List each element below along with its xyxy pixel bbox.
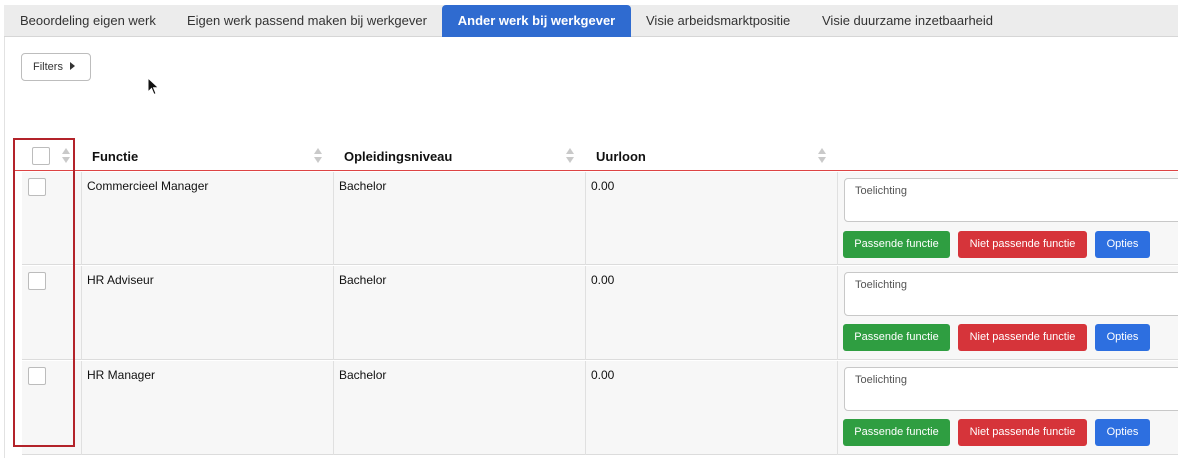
caret-right-icon [69, 62, 75, 70]
opties-button[interactable]: Opties [1095, 419, 1150, 446]
header-opleidingsniveau[interactable]: Opleidingsniveau [344, 143, 452, 171]
passende-functie-button[interactable]: Passende functie [843, 419, 950, 446]
mouse-pointer-icon [147, 77, 160, 96]
sort-icon[interactable] [314, 148, 322, 164]
cell-divider [837, 172, 838, 265]
opties-button[interactable]: Opties [1095, 324, 1150, 351]
niet-passende-functie-button[interactable]: Niet passende functie [958, 231, 1087, 258]
opties-button[interactable]: Opties [1095, 231, 1150, 258]
header-functie[interactable]: Functie [92, 143, 138, 171]
tab-bar: Beoordeling eigen werk Eigen werk passen… [4, 5, 1178, 37]
niet-passende-functie-button[interactable]: Niet passende functie [958, 419, 1087, 446]
cell-divider [585, 172, 586, 265]
cell-uurloon: 0.00 [591, 368, 615, 382]
niet-passende-functie-button[interactable]: Niet passende functie [958, 324, 1087, 351]
cell-functie: Commercieel Manager [87, 179, 209, 193]
cell-uurloon: 0.00 [591, 273, 615, 287]
table-row: HR Manager Bachelor 0.00 Toelichting Pas… [22, 361, 1178, 455]
sort-icon[interactable] [818, 148, 826, 164]
cell-divider [81, 172, 82, 265]
filters-button[interactable]: Filters [21, 53, 91, 81]
cell-divider [81, 266, 82, 360]
passende-functie-button[interactable]: Passende functie [843, 324, 950, 351]
table-row: Commercieel Manager Bachelor 0.00 Toelic… [22, 172, 1178, 265]
sort-icon[interactable] [566, 148, 574, 164]
toelichting-field[interactable]: Toelichting [844, 367, 1178, 411]
tab-eigen-werk-passend-maken[interactable]: Eigen werk passend maken bij werkgever [187, 5, 427, 37]
content-border [4, 37, 5, 458]
tab-ander-werk-bij-werkgever[interactable]: Ander werk bij werkgever [442, 5, 631, 37]
cell-divider [585, 361, 586, 455]
header-uurloon[interactable]: Uurloon [596, 143, 646, 171]
table-row: HR Adviseur Bachelor 0.00 Toelichting Pa… [22, 266, 1178, 360]
cell-divider [837, 361, 838, 455]
cell-divider [333, 266, 334, 360]
tab-beoordeling-eigen-werk[interactable]: Beoordeling eigen werk [20, 5, 156, 37]
tab-visie-arbeidsmarktpositie[interactable]: Visie arbeidsmarktpositie [646, 5, 790, 37]
cell-divider [333, 172, 334, 265]
toelichting-field[interactable]: Toelichting [844, 272, 1178, 316]
tab-visie-duurzame-inzetbaarheid[interactable]: Visie duurzame inzetbaarheid [822, 5, 993, 37]
cell-functie: HR Adviseur [87, 273, 154, 287]
passende-functie-button[interactable]: Passende functie [843, 231, 950, 258]
checkbox-column-highlight [13, 138, 75, 447]
cell-functie: HR Manager [87, 368, 156, 382]
cell-divider [81, 361, 82, 455]
cell-divider [585, 266, 586, 360]
filters-label: Filters [33, 61, 63, 73]
cell-opleidingsniveau: Bachelor [339, 273, 387, 287]
cell-divider [837, 266, 838, 360]
cell-opleidingsniveau: Bachelor [339, 179, 387, 193]
cell-uurloon: 0.00 [591, 179, 615, 193]
toelichting-field[interactable]: Toelichting [844, 178, 1178, 222]
cell-opleidingsniveau: Bachelor [339, 368, 387, 382]
table-header: Functie Opleidingsniveau Uurloon [15, 143, 1178, 171]
cell-divider [333, 361, 334, 455]
